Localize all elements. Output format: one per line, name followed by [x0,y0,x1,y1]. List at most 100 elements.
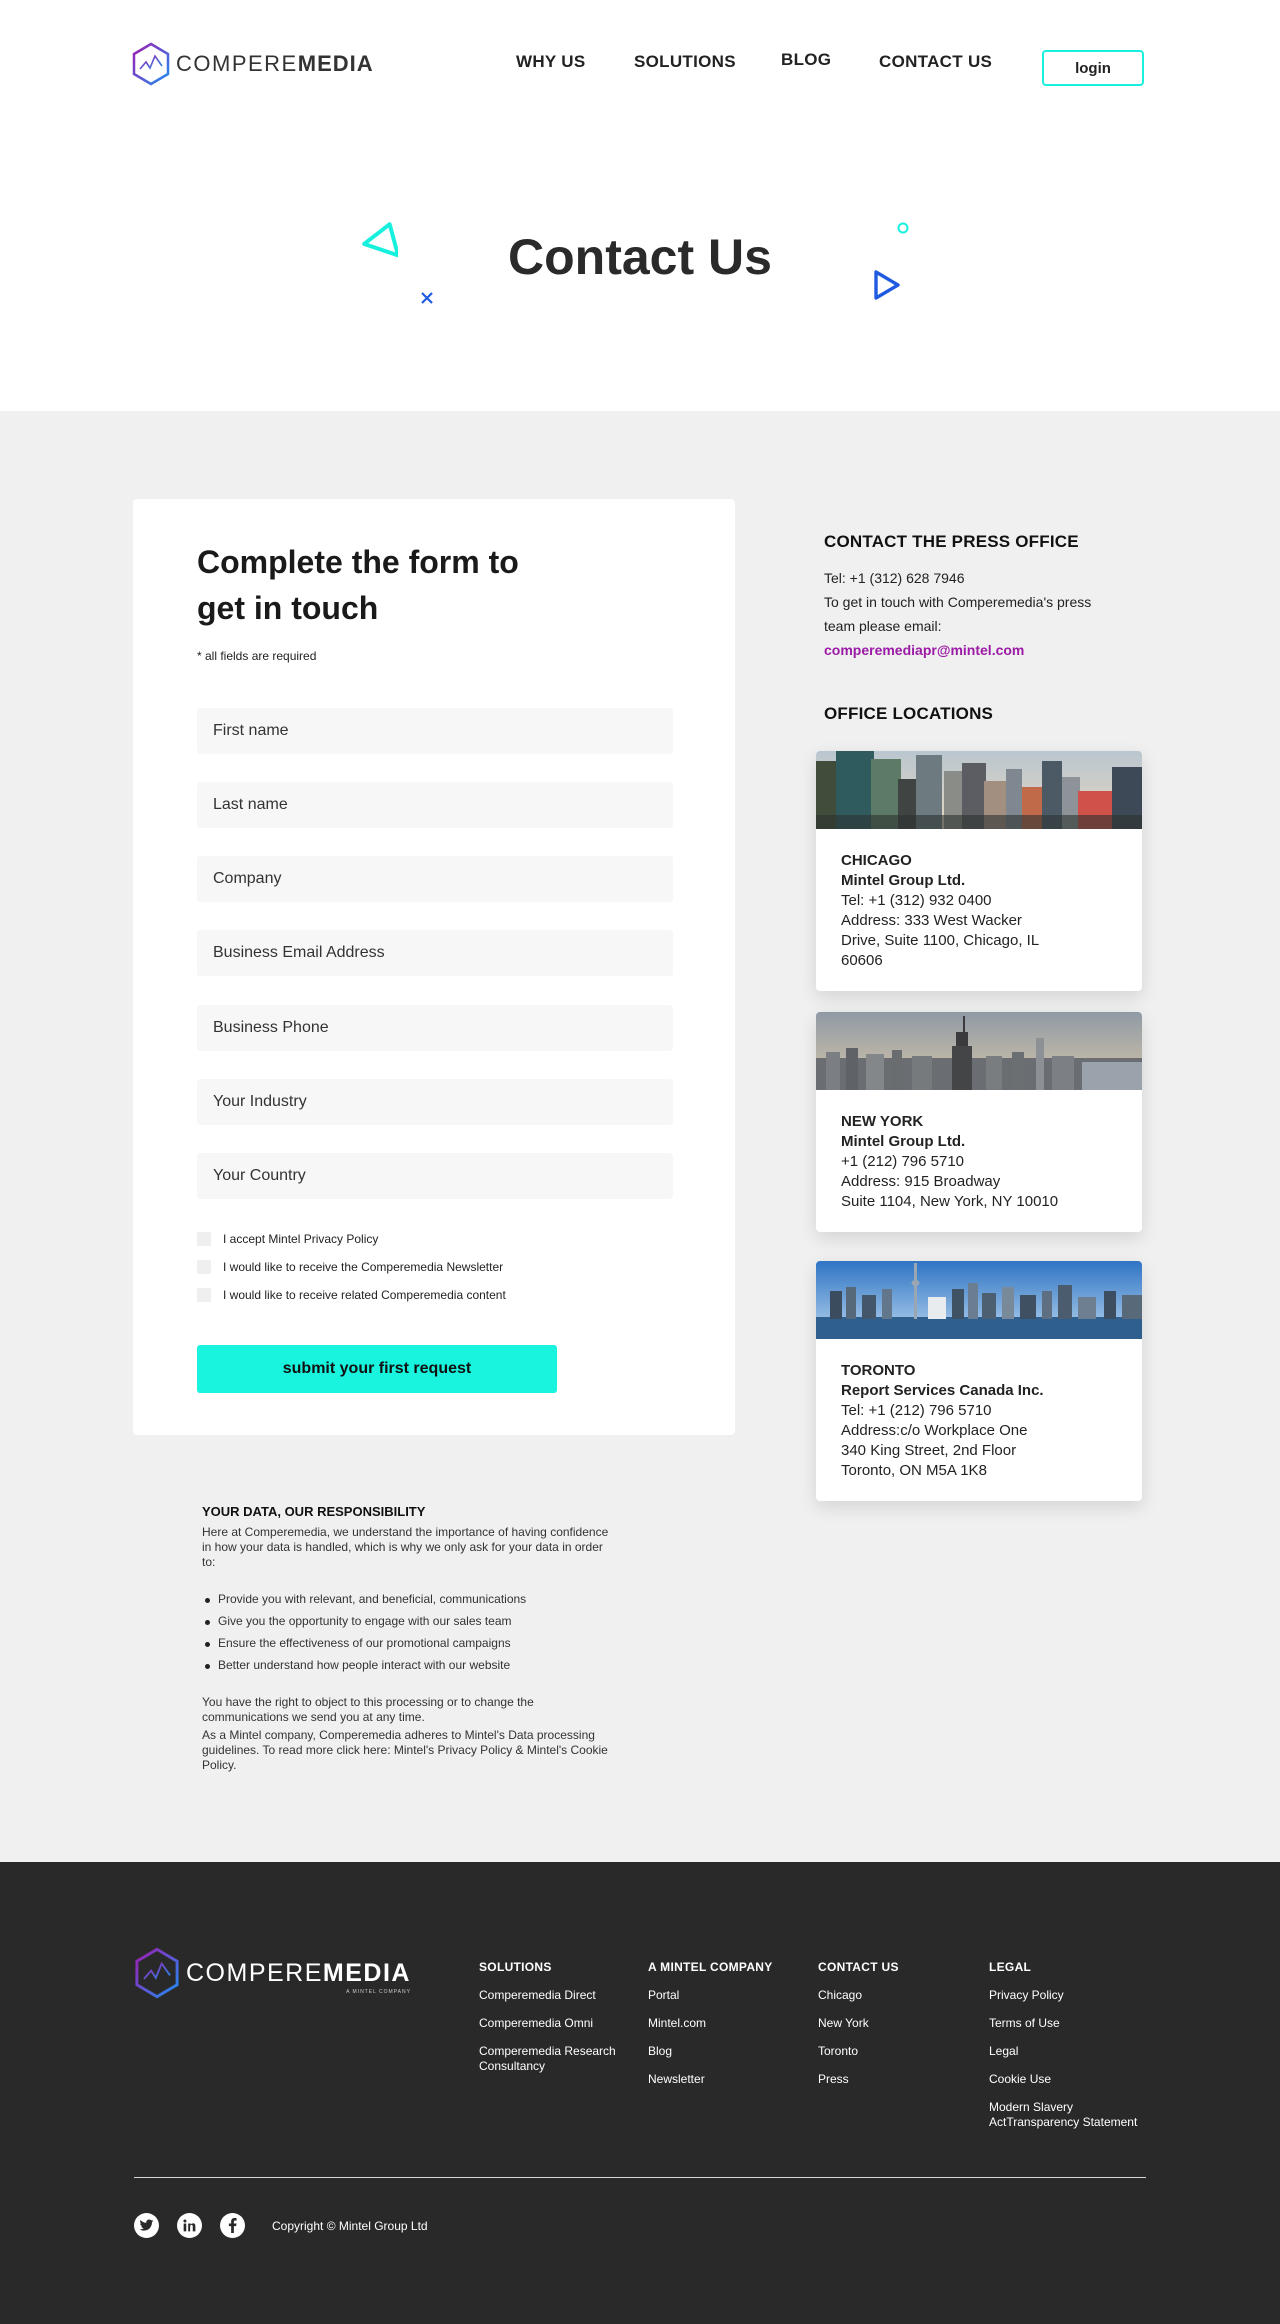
press-body: Tel: +1 (312) 628 7946 To get in touch w… [824,566,1124,662]
first-name-input[interactable] [197,708,673,754]
press-title: CONTACT THE PRESS OFFICE [824,532,1079,551]
footer-link[interactable]: Portal [648,1988,798,2003]
footer-link[interactable]: Cookie Use [989,2072,1139,2087]
newsletter-checkbox[interactable] [197,1260,211,1274]
new-york-skyline-image [816,1012,1142,1090]
footer-link[interactable]: Press [818,2072,968,2087]
industry-input[interactable] [197,1079,673,1125]
list-item: Ensure the effectiveness of our promotio… [202,1636,612,1651]
privacy-checkbox[interactable] [197,1232,211,1246]
contact-form-card: Complete the form to get in touch * all … [133,499,735,1435]
last-name-input[interactable] [197,782,673,828]
office-line: Tel: +1 (312) 932 0400 [841,892,992,909]
logo-wordmark: COMPEREMEDIA [176,51,374,76]
footer-col-solutions: SOLUTIONS Comperemedia Direct Comperemed… [479,1960,629,2087]
privacy-list: Provide you with relevant, and beneficia… [202,1592,612,1673]
footer-link[interactable]: Comperemedia Research Consultancy [479,2044,629,2074]
press-office: CONTACT THE PRESS OFFICE Tel: +1 (312) 6… [824,532,1124,662]
site-header: COMPEREMEDIA WHY US SOLUTIONS BLOG CONTA… [0,0,1280,130]
circle-deco-icon [897,222,909,234]
office-details: NEW YORK Mintel Group Ltd. +1 (212) 796 … [816,1090,1142,1232]
footer-link[interactable]: Mintel.com [648,2016,798,2031]
office-line: Toronto, ON M5A 1K8 [841,1462,987,1479]
footer-link[interactable]: Chicago [818,1988,968,2003]
footer-link[interactable]: Privacy Policy [989,1988,1139,2003]
office-details: TORONTO Report Services Canada Inc. Tel:… [816,1339,1142,1501]
cross-deco-icon [421,292,433,304]
office-card-chicago: CHICAGO Mintel Group Ltd. Tel: +1 (312) … [816,751,1142,991]
content-checkbox-row[interactable]: I would like to receive related Comperem… [197,1288,506,1302]
list-item: Give you the opportunity to engage with … [202,1614,612,1629]
business-email-input[interactable] [197,930,673,976]
footer-link[interactable]: Terms of Use [989,2016,1139,2031]
list-item: Better understand how people interact wi… [202,1658,612,1673]
office-company: Report Services Canada Inc. [841,1382,1044,1399]
footer-col-title: LEGAL [989,1960,1032,1974]
submit-button[interactable]: submit your first request [197,1345,557,1393]
company-input[interactable] [197,856,673,902]
content-checkbox[interactable] [197,1288,211,1302]
office-card-toronto: TORONTO Report Services Canada Inc. Tel:… [816,1261,1142,1501]
office-line: +1 (212) 796 5710 [841,1153,965,1170]
footer-col-title: A MINTEL COMPANY [648,1960,773,1974]
footer-link[interactable]: Comperemedia Omni [479,2016,629,2031]
press-email-link[interactable]: comperemediapr@mintel.com [824,638,1124,662]
footer-logo[interactable]: COMPEREMEDIA A MINTEL COMPANY [134,1947,411,1999]
required-note: * all fields are required [197,649,317,663]
nav-blog[interactable]: BLOG [781,50,831,70]
footer-link[interactable]: Newsletter [648,2072,798,2087]
office-city: CHICAGO [841,852,912,869]
footer-logo-sub: A MINTEL COMPANY [346,1988,411,1995]
copyright-text: Copyright © Mintel Group Ltd [272,2219,428,2233]
nav-solutions[interactable]: SOLUTIONS [634,52,736,72]
linkedin-icon[interactable] [177,2213,202,2238]
press-tel: Tel: +1 (312) 628 7946 [824,570,965,586]
footer-link[interactable]: Modern Slavery ActTransparency Statement [989,2100,1139,2130]
footer-col-mintel: A MINTEL COMPANY Portal Mintel.com Blog … [648,1960,798,2100]
chicago-skyline-image [816,751,1142,829]
list-item: Provide you with relevant, and beneficia… [202,1592,612,1607]
footer-link[interactable]: New York [818,2016,968,2031]
footer-link[interactable]: Toronto [818,2044,968,2059]
footer-col-title: CONTACT US [818,1960,899,1974]
twitter-icon[interactable] [134,2213,159,2238]
privacy-title: YOUR DATA, OUR RESPONSIBILITY [202,1504,426,1519]
form-title: Complete the form to get in touch [197,544,519,626]
office-line: Tel: +1 (212) 796 5710 [841,1402,992,1419]
footer-divider [134,2177,1146,2178]
nav-contact-us[interactable]: CONTACT US [879,52,992,72]
office-card-new-york: NEW YORK Mintel Group Ltd. +1 (212) 796 … [816,1012,1142,1232]
newsletter-checkbox-row[interactable]: I would like to receive the Comperemedia… [197,1260,503,1274]
toronto-skyline-image [816,1261,1142,1339]
login-button[interactable]: login [1042,50,1144,86]
footer-col-legal: LEGAL Privacy Policy Terms of Use Legal … [989,1960,1139,2143]
country-input[interactable] [197,1153,673,1199]
privacy-checkbox-row[interactable]: I accept Mintel Privacy Policy [197,1232,378,1246]
office-line: Drive, Suite 1100, Chicago, IL [841,932,1040,949]
page-title: Contact Us [508,229,772,285]
footer-link[interactable]: Blog [648,2044,798,2059]
office-line: Suite 1104, New York, NY 10010 [841,1193,1059,1210]
privacy-rights: You have the right to object to this pro… [202,1695,534,1724]
office-line: Address: 333 West Wacker [841,912,1022,929]
privacy-notice: YOUR DATA, OUR RESPONSIBILITY Here at Co… [202,1504,612,1773]
play-triangle-deco-icon [874,270,900,300]
footer-logo-wordmark: COMPEREMEDIA A MINTEL COMPANY [186,1958,411,1995]
privacy-checkbox-label: I accept Mintel Privacy Policy [223,1232,379,1246]
privacy-mintel: As a Mintel company, Comperemedia adhere… [202,1728,608,1772]
footer-link[interactable]: Comperemedia Direct [479,1988,629,2003]
hero-section: Contact Us [0,130,1280,411]
office-line: 340 King Street, 2nd Floor [841,1442,1017,1459]
nav-why-us[interactable]: WHY US [516,52,586,72]
office-line: Address: 915 Broadway [841,1173,1001,1190]
footer-col-title: SOLUTIONS [479,1960,552,1974]
facebook-icon[interactable] [220,2213,245,2238]
site-logo[interactable]: COMPEREMEDIA [132,42,374,86]
privacy-intro: Here at Comperemedia, we understand the … [202,1525,609,1569]
logo-hexagon-icon [132,42,170,86]
office-city: TORONTO [841,1362,916,1379]
business-phone-input[interactable] [197,1005,673,1051]
site-footer: COMPEREMEDIA A MINTEL COMPANY SOLUTIONS … [0,1862,1280,2324]
footer-link[interactable]: Legal [989,2044,1139,2059]
office-company: Mintel Group Ltd. [841,872,966,889]
